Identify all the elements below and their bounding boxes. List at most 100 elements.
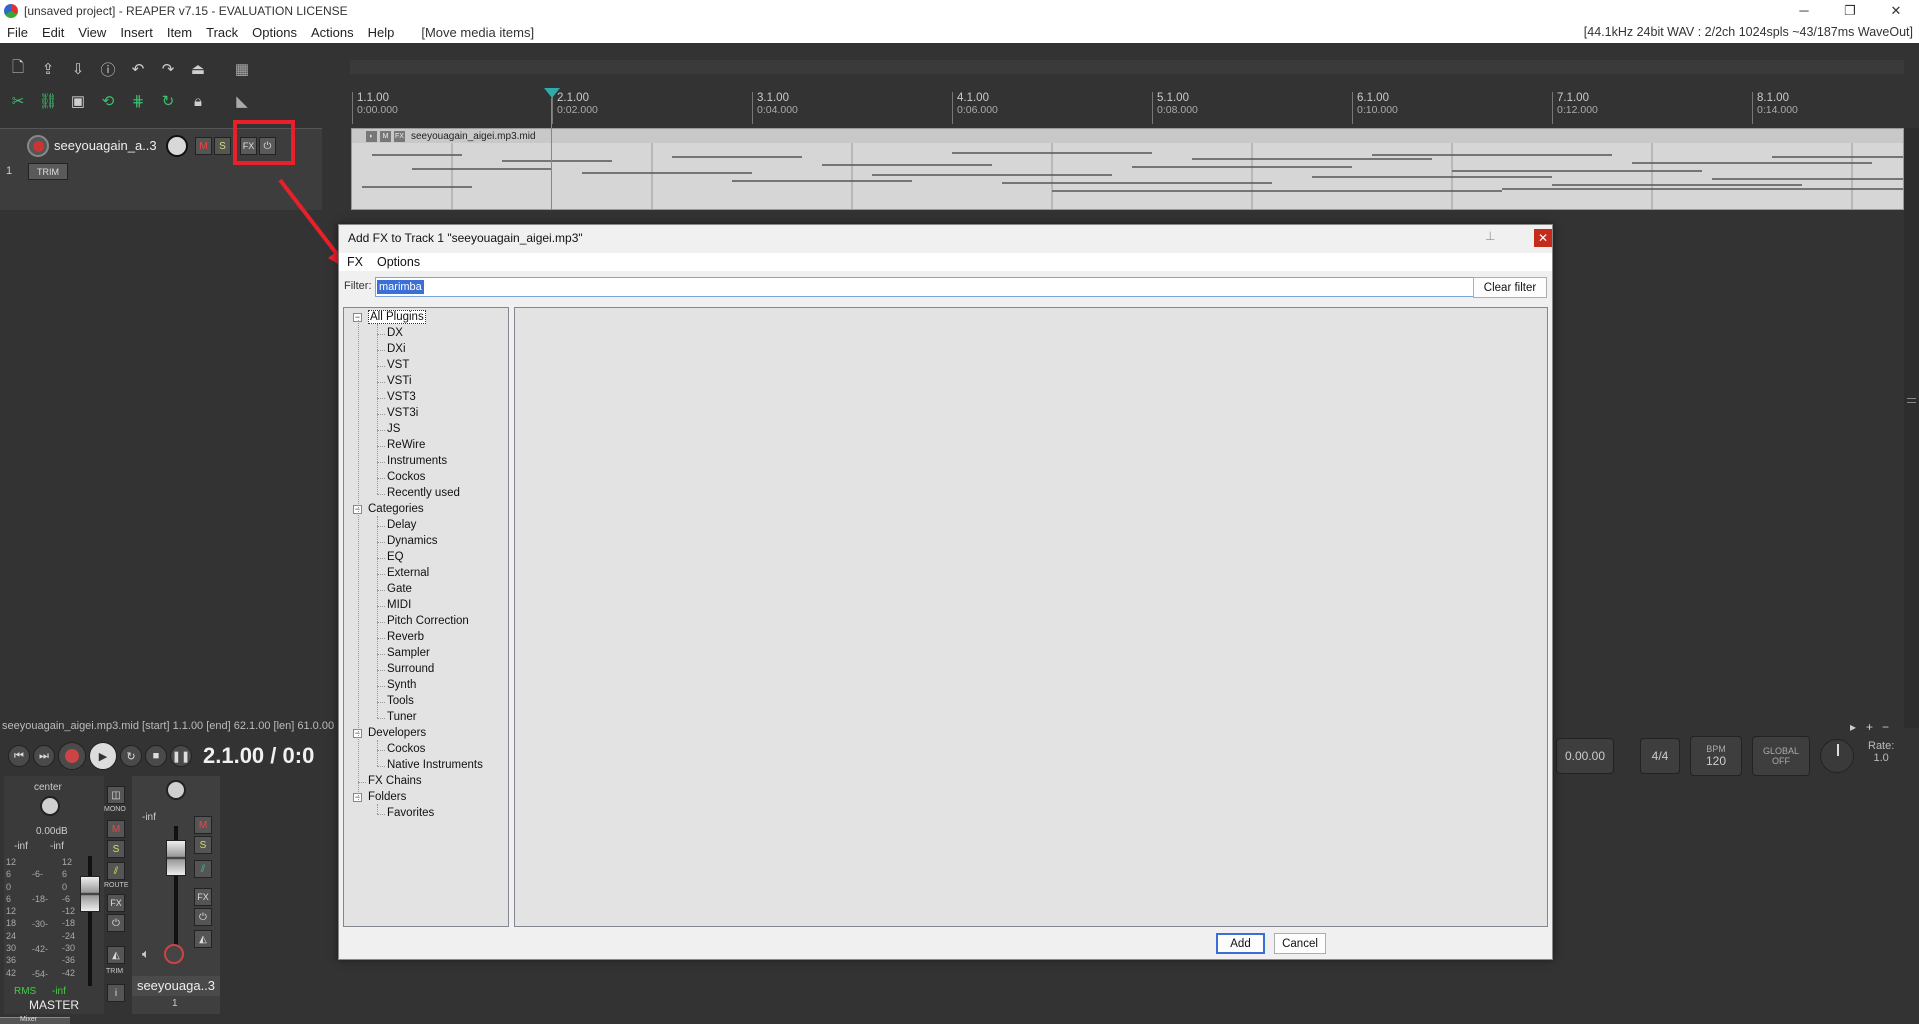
zoom-out-icon[interactable]: − [1882,720,1889,734]
menu-help[interactable]: Help [361,25,402,40]
filter-input[interactable]: marimba ⌵ [375,277,1507,297]
dialog-menu-options[interactable]: Options [377,255,420,269]
tree-item[interactable]: Dynamics [387,534,437,548]
playrate-knob[interactable] [1820,739,1854,773]
track-strip-speaker-icon[interactable]: 🔈︎ [142,946,150,962]
tree-item[interactable]: External [387,566,429,580]
tree-item[interactable]: Folders [368,790,406,804]
tree-item[interactable]: Synth [387,678,416,692]
track-automation-trim-button[interactable]: TRIM [28,163,68,180]
tree-item[interactable]: ReWire [387,438,425,452]
menu-track[interactable]: Track [199,25,245,40]
go-to-start-icon[interactable]: ⏮ [8,745,30,767]
open-project-icon[interactable]: ⇪ [36,57,60,81]
tree-item[interactable]: Cockos [387,470,425,484]
loop-icon[interactable]: ↻ [156,89,180,113]
menu-view[interactable]: View [71,25,113,40]
track-solo-button[interactable]: S [214,137,231,155]
undo-icon[interactable]: ↶ [126,57,150,81]
tree-item[interactable]: DX [387,326,403,340]
track-name-field[interactable]: seeyouagain_a..3 [54,136,166,156]
close-window-button[interactable]: ✕ [1873,0,1919,21]
master-solo-button[interactable]: S [107,840,125,858]
pin-icon[interactable]: ⊥ [1485,229,1501,245]
master-fx-button[interactable]: FX [107,894,125,912]
track-mute-button[interactable]: M [195,137,212,155]
plugin-category-tree[interactable]: All Plugins − DX DXi VST VSTi VST3 VST3i JS ReWir… [343,307,509,927]
tree-item[interactable]: VST [387,358,409,372]
track-pan-knob[interactable] [166,780,186,800]
tree-item[interactable]: Developers [368,726,426,740]
menu-actions[interactable]: Actions [304,25,361,40]
clear-filter-button[interactable]: Clear filter [1473,277,1547,298]
tree-item[interactable]: Gate [387,582,412,596]
dialog-menu-fx[interactable]: FX [347,255,363,269]
master-mute-button[interactable]: M [107,820,125,838]
tree-item[interactable]: Surround [387,662,434,676]
tree-item[interactable]: Pitch Correction [387,614,469,628]
plugin-results-list[interactable] [514,307,1548,927]
tree-item[interactable]: FX Chains [368,774,422,788]
menu-options[interactable]: Options [245,25,304,40]
link-icon[interactable]: ⛓ [36,89,60,113]
tree-item[interactable]: Recently used [387,486,460,500]
record-button[interactable] [58,742,86,770]
minimize-button[interactable]: ─ [1781,0,1827,21]
arrange-vertical-scrollbar[interactable] [1904,128,1919,728]
play-icon[interactable]: ▶ [89,742,117,770]
track-volume-fader[interactable] [166,840,186,876]
master-mono-icon[interactable]: ◫ [107,786,125,804]
tree-item[interactable]: VSTi [387,374,412,388]
item-grouping-icon[interactable]: ▣ [66,89,90,113]
tree-item[interactable]: Sampler [387,646,430,660]
item-mute-button[interactable]: M [380,130,391,142]
master-route-icon[interactable]: ⫽ [107,862,125,880]
item-lock-icon[interactable]: ◐ [366,130,377,142]
tree-item[interactable]: Favorites [387,806,434,820]
midi-media-item[interactable]: ◐ M FX seeyouagain_aigei.mp3.mid [351,128,1904,210]
track-volume-knob[interactable] [166,135,188,157]
metronome-icon[interactable]: ⏏ [186,57,210,81]
tree-item[interactable]: Tools [387,694,414,708]
mixer-tab[interactable]: Mixer [0,1016,70,1024]
tree-item[interactable]: Cockos [387,742,425,756]
item-fx-button[interactable]: FX [394,130,405,142]
redo-icon[interactable]: ↷ [156,57,180,81]
record-arm-button[interactable] [27,135,49,157]
master-pan-knob[interactable] [40,796,60,816]
tree-item[interactable]: VST3 [387,390,416,404]
time-value-display[interactable]: 0.00.00 [1556,738,1614,774]
track-strip-solo-button[interactable]: S [194,836,212,854]
lock-icon[interactable]: 🔒︎ [186,89,210,113]
tree-item[interactable]: Tuner [387,710,417,724]
timeline-ruler[interactable]: 1.1.00 0:00.000 2.1.00 0:02.000 3.1.00 0:04… [350,88,1904,126]
master-fx-bypass-icon[interactable]: ⏻ [107,914,125,932]
cancel-button[interactable]: Cancel [1274,933,1326,954]
repeat-icon[interactable]: ↻ [120,745,142,767]
pause-icon[interactable]: ❚❚ [170,745,192,767]
go-to-end-icon[interactable]: ⏭ [33,745,55,767]
tree-item[interactable]: DXi [387,342,406,356]
bpm-display[interactable]: BPM 120 [1690,736,1742,776]
master-volume-fader[interactable] [80,876,100,912]
tree-item[interactable]: MIDI [387,598,411,612]
transport-menu-icon[interactable]: ▸ [1850,720,1856,734]
auto-crossfade-icon[interactable]: ⟲ [96,89,120,113]
project-settings-icon[interactable]: ⓘ [96,57,120,81]
track-strip-mute-button[interactable]: M [194,816,212,834]
grid-toggle-icon[interactable]: ▦ [230,57,254,81]
track-strip-route-icon[interactable]: ⫽ [194,860,212,878]
track-strip-fx-button[interactable]: FX [194,888,212,906]
tree-item[interactable]: All Plugins [368,310,426,324]
envelope-icon[interactable]: ◣ [230,89,254,113]
tree-item[interactable]: Delay [387,518,416,532]
master-envelope-icon[interactable]: ◭ [107,946,125,964]
tree-item[interactable]: Native Instruments [387,758,483,772]
restore-button[interactable]: ❐ [1827,0,1873,21]
track-strip-envelope-icon[interactable]: ◭ [194,930,212,948]
dialog-close-button[interactable]: ✕ [1534,229,1552,247]
stop-icon[interactable]: ■ [145,745,167,767]
new-project-icon[interactable]: 🗋 [6,57,30,81]
track-fx-button[interactable]: FX [240,137,257,155]
transport-position-display[interactable]: 2.1.00 / 0:0 [203,743,314,769]
